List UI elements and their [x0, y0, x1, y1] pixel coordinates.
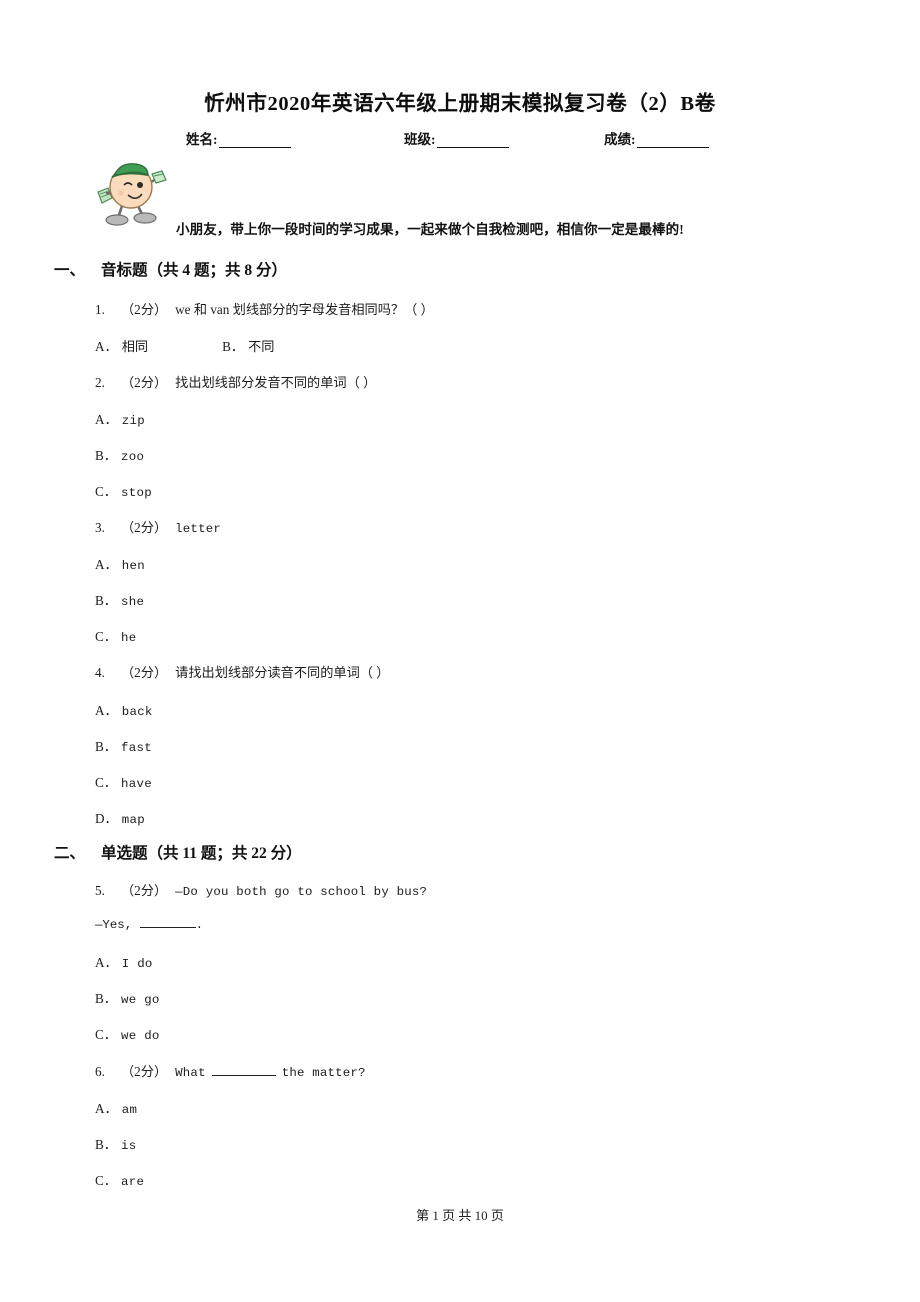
student-name-blank[interactable]: [218, 135, 291, 148]
question-6-stem: 6. （2分） What the matter?: [95, 1061, 366, 1080]
question-3-stem: 3. （2分） letter: [95, 517, 221, 536]
option-4-d[interactable]: D． map: [95, 808, 145, 827]
question-5-stem: 5. （2分） —Do you both go to school by bus?: [95, 880, 427, 899]
option-6-b[interactable]: B． is: [95, 1134, 136, 1153]
question-1-stem: 1. （2分） we 和 van 划线部分的字母发音相同吗？（ ）: [95, 299, 434, 318]
question-2-score: （2分）: [121, 375, 168, 390]
option-2-a[interactable]: A． zip: [95, 409, 145, 428]
question-1-options: A． 相同 B． 不同: [95, 336, 274, 355]
question-5-answer-suffix: .: [195, 918, 204, 932]
option-2-c[interactable]: C． stop: [95, 481, 152, 500]
question-4-text: 请找出划线部分读音不同的单词（ ）: [175, 665, 390, 680]
student-score-label: 成绩:: [604, 132, 636, 147]
question-1-number: 1.: [95, 302, 105, 317]
question-6-score: （2分）: [121, 1064, 168, 1079]
exam-page: 忻州市2020年英语六年级上册期末模拟复习卷（2）B卷 姓名: 班级: 成绩:: [0, 0, 920, 1302]
student-name-field[interactable]: 姓名:: [186, 128, 404, 148]
cartoon-student-mascot-icon: [88, 156, 174, 228]
page-title: 忻州市2020年英语六年级上册期末模拟复习卷（2）B卷: [204, 93, 716, 115]
question-6-number: 6.: [95, 1064, 105, 1079]
student-class-label: 班级:: [404, 132, 436, 147]
option-3-b[interactable]: B． she: [95, 590, 144, 609]
question-1-score: （2分）: [121, 302, 168, 317]
option-2-b[interactable]: B． zoo: [95, 445, 144, 464]
question-2-text: 找出划线部分发音不同的单词（ ）: [175, 375, 377, 390]
option-6-c[interactable]: C． are: [95, 1170, 144, 1189]
option-4-b[interactable]: B． fast: [95, 736, 152, 755]
option-4-c[interactable]: C． have: [95, 772, 152, 791]
question-6-text-prefix: What: [175, 1066, 206, 1080]
option-3-a[interactable]: A． hen: [95, 554, 145, 573]
question-6-answer-blank[interactable]: [211, 1064, 276, 1076]
section-2-number: 二、: [54, 845, 86, 862]
question-6-text-suffix: the matter?: [281, 1066, 366, 1080]
question-5-answer-blank[interactable]: [139, 916, 196, 928]
page-footer: 第 1 页 共 10 页: [416, 1208, 504, 1223]
student-meta-row: 姓名: 班级: 成绩:: [186, 128, 766, 148]
student-score-field[interactable]: 成绩:: [604, 128, 764, 148]
question-5-score: （2分）: [121, 883, 168, 898]
section-heading-2: 二、 单选题（共 11 题；共 22 分）: [54, 841, 302, 863]
student-class-field[interactable]: 班级:: [404, 128, 604, 148]
question-4-number: 4.: [95, 665, 105, 680]
question-3-number: 3.: [95, 520, 105, 535]
question-3-text: letter: [175, 522, 221, 536]
question-5-number: 5.: [95, 883, 105, 898]
student-name-label: 姓名:: [186, 132, 218, 147]
student-score-blank[interactable]: [636, 135, 709, 148]
option-5-a[interactable]: A． I do: [95, 952, 153, 971]
option-6-a[interactable]: A． am: [95, 1098, 137, 1117]
option-4-a[interactable]: A． back: [95, 700, 153, 719]
student-class-blank[interactable]: [436, 135, 509, 148]
option-1-a[interactable]: A． 相同: [95, 339, 148, 354]
option-1-b[interactable]: B． 不同: [222, 339, 274, 354]
option-3-c[interactable]: C． he: [95, 626, 136, 645]
option-5-b[interactable]: B． we go: [95, 988, 160, 1007]
question-4-score: （2分）: [121, 665, 168, 680]
question-5-answer-prefix: —Yes,: [95, 918, 133, 932]
greeting-text: 小朋友，带上你一段时间的学习成果，一起来做个自我检测吧，相信你一定是最棒的!: [176, 222, 684, 237]
section-1-title: 音标题（共 4 题；共 8 分）: [101, 262, 288, 279]
question-5-stem-line2: —Yes, .: [95, 916, 203, 932]
question-4-stem: 4. （2分） 请找出划线部分读音不同的单词（ ）: [95, 662, 389, 681]
option-5-c[interactable]: C． we do: [95, 1024, 160, 1043]
question-2-stem: 2. （2分） 找出划线部分发音不同的单词（ ）: [95, 372, 376, 391]
section-1-number: 一、: [54, 262, 86, 279]
question-2-number: 2.: [95, 375, 105, 390]
question-1-text: we 和 van 划线部分的字母发音相同吗？（ ）: [175, 302, 434, 317]
question-5-text: —Do you both go to school by bus?: [175, 885, 428, 899]
question-3-score: （2分）: [121, 520, 168, 535]
section-heading-1: 一、 音标题（共 4 题；共 8 分）: [54, 258, 287, 280]
section-2-title: 单选题（共 11 题；共 22 分）: [101, 845, 302, 862]
